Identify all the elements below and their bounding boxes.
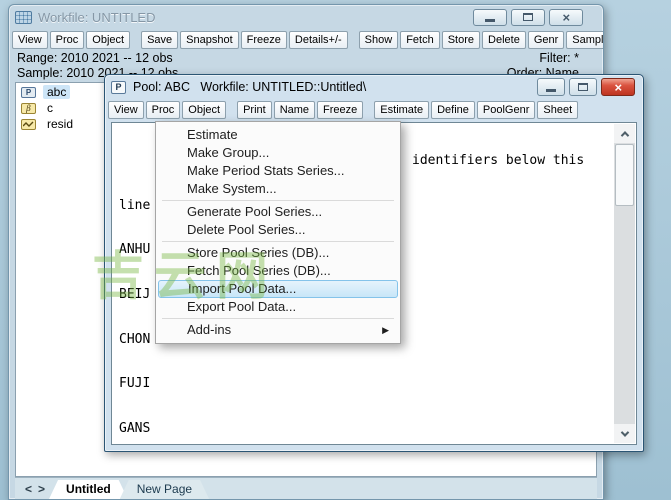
menu-item-estimate[interactable]: Estimate: [158, 126, 398, 144]
pool-proc-button[interactable]: Proc: [146, 101, 181, 119]
scrollbar-thumb[interactable]: [615, 144, 634, 206]
close-icon: ×: [614, 81, 622, 94]
workfile-filter-text: Filter: *: [539, 51, 579, 65]
editor-line: FUJI: [119, 377, 613, 392]
page-tab-bar: < > Untitled New Page: [15, 477, 597, 499]
menu-item-make-group[interactable]: Make Group...: [158, 144, 398, 162]
pool-close-button[interactable]: ×: [601, 78, 635, 96]
workfile-store-button[interactable]: Store: [442, 31, 480, 49]
menu-item-make-period-stats-series[interactable]: Make Period Stats Series...: [158, 162, 398, 180]
pool-object-button[interactable]: Object: [182, 101, 226, 119]
desktop: Workfile: UNTITLED × View Proc Object Sa…: [0, 0, 671, 500]
pool-window-icon: P: [111, 81, 126, 94]
submenu-arrow-icon: ▶: [382, 321, 389, 339]
workfile-toolbar: View Proc Object Save Snapshot Freeze De…: [9, 29, 603, 50]
object-label: abc: [43, 85, 70, 99]
tab-untitled[interactable]: Untitled: [49, 480, 128, 499]
proc-dropdown-menu: Estimate Make Group... Make Period Stats…: [155, 121, 401, 344]
watermark: 吉云网: [92, 234, 278, 309]
workfile-title: Workfile: UNTITLED: [38, 10, 156, 25]
workfile-fetch-button[interactable]: Fetch: [400, 31, 440, 49]
workfile-proc-button[interactable]: Proc: [50, 31, 85, 49]
workfile-genr-button[interactable]: Genr: [528, 31, 564, 49]
workfile-save-button[interactable]: Save: [141, 31, 178, 49]
scroll-up-button[interactable]: [614, 124, 635, 143]
maximize-icon: [578, 83, 588, 91]
pool-title: Pool: ABC Workfile: UNTITLED::Untitled\: [133, 80, 366, 94]
pool-sheet-button[interactable]: Sheet: [537, 101, 578, 119]
workfile-delete-button[interactable]: Delete: [482, 31, 526, 49]
workfile-sample-button[interactable]: Sample: [566, 31, 603, 49]
workfile-freeze-button[interactable]: Freeze: [241, 31, 287, 49]
object-label: c: [43, 101, 57, 115]
tab-nav-left-icon[interactable]: <: [25, 482, 32, 496]
workfile-show-button[interactable]: Show: [359, 31, 399, 49]
workfile-maximize-button[interactable]: [511, 9, 545, 26]
pool-titlebar[interactable]: P Pool: ABC Workfile: UNTITLED::Untitled…: [105, 75, 643, 99]
vertical-scrollbar[interactable]: [614, 124, 635, 443]
workfile-snapshot-button[interactable]: Snapshot: [180, 31, 238, 49]
pool-toolbar: View Proc Object Print Name Freeze Estim…: [105, 99, 643, 120]
menu-item-make-system[interactable]: Make System...: [158, 180, 398, 198]
menu-item-add-ins[interactable]: Add-ins ▶: [158, 321, 398, 339]
editor-line: GANS: [119, 422, 613, 437]
pool-estimate-button[interactable]: Estimate: [374, 101, 429, 119]
workfile-details-button[interactable]: Details+/-: [289, 31, 348, 49]
workfile-range-text: Range: 2010 2021 -- 12 obs: [17, 51, 173, 65]
coefficient-object-icon: β: [21, 103, 36, 114]
workfile-titlebar[interactable]: Workfile: UNTITLED ×: [9, 5, 603, 29]
pool-maximize-button[interactable]: [569, 78, 597, 96]
object-label: resid: [43, 117, 77, 131]
chevron-up-icon: [620, 131, 628, 139]
tab-new-page[interactable]: New Page: [120, 480, 209, 499]
minimize-icon: [546, 89, 556, 92]
pool-define-button[interactable]: Define: [431, 101, 475, 119]
pool-name-button[interactable]: Name: [274, 101, 315, 119]
workfile-grid-icon: [15, 11, 32, 24]
tab-nav-right-icon[interactable]: >: [38, 482, 45, 496]
chevron-down-icon: [620, 428, 628, 436]
pool-view-button[interactable]: View: [108, 101, 144, 119]
workfile-minimize-button[interactable]: [473, 9, 507, 26]
minimize-icon: [485, 19, 495, 22]
series-object-icon: [21, 119, 36, 130]
workfile-close-button[interactable]: ×: [549, 9, 583, 26]
menu-item-generate-pool-series[interactable]: Generate Pool Series...: [158, 203, 398, 221]
pool-poolgenr-button[interactable]: PoolGenr: [477, 101, 535, 119]
pool-freeze-button[interactable]: Freeze: [317, 101, 363, 119]
scroll-down-button[interactable]: [614, 424, 635, 443]
workfile-view-button[interactable]: View: [12, 31, 48, 49]
pool-print-button[interactable]: Print: [237, 101, 272, 119]
maximize-icon: [523, 13, 533, 21]
workfile-object-button[interactable]: Object: [86, 31, 130, 49]
pool-object-icon: P: [21, 87, 36, 98]
pool-minimize-button[interactable]: [537, 78, 565, 96]
close-icon: ×: [562, 11, 570, 24]
